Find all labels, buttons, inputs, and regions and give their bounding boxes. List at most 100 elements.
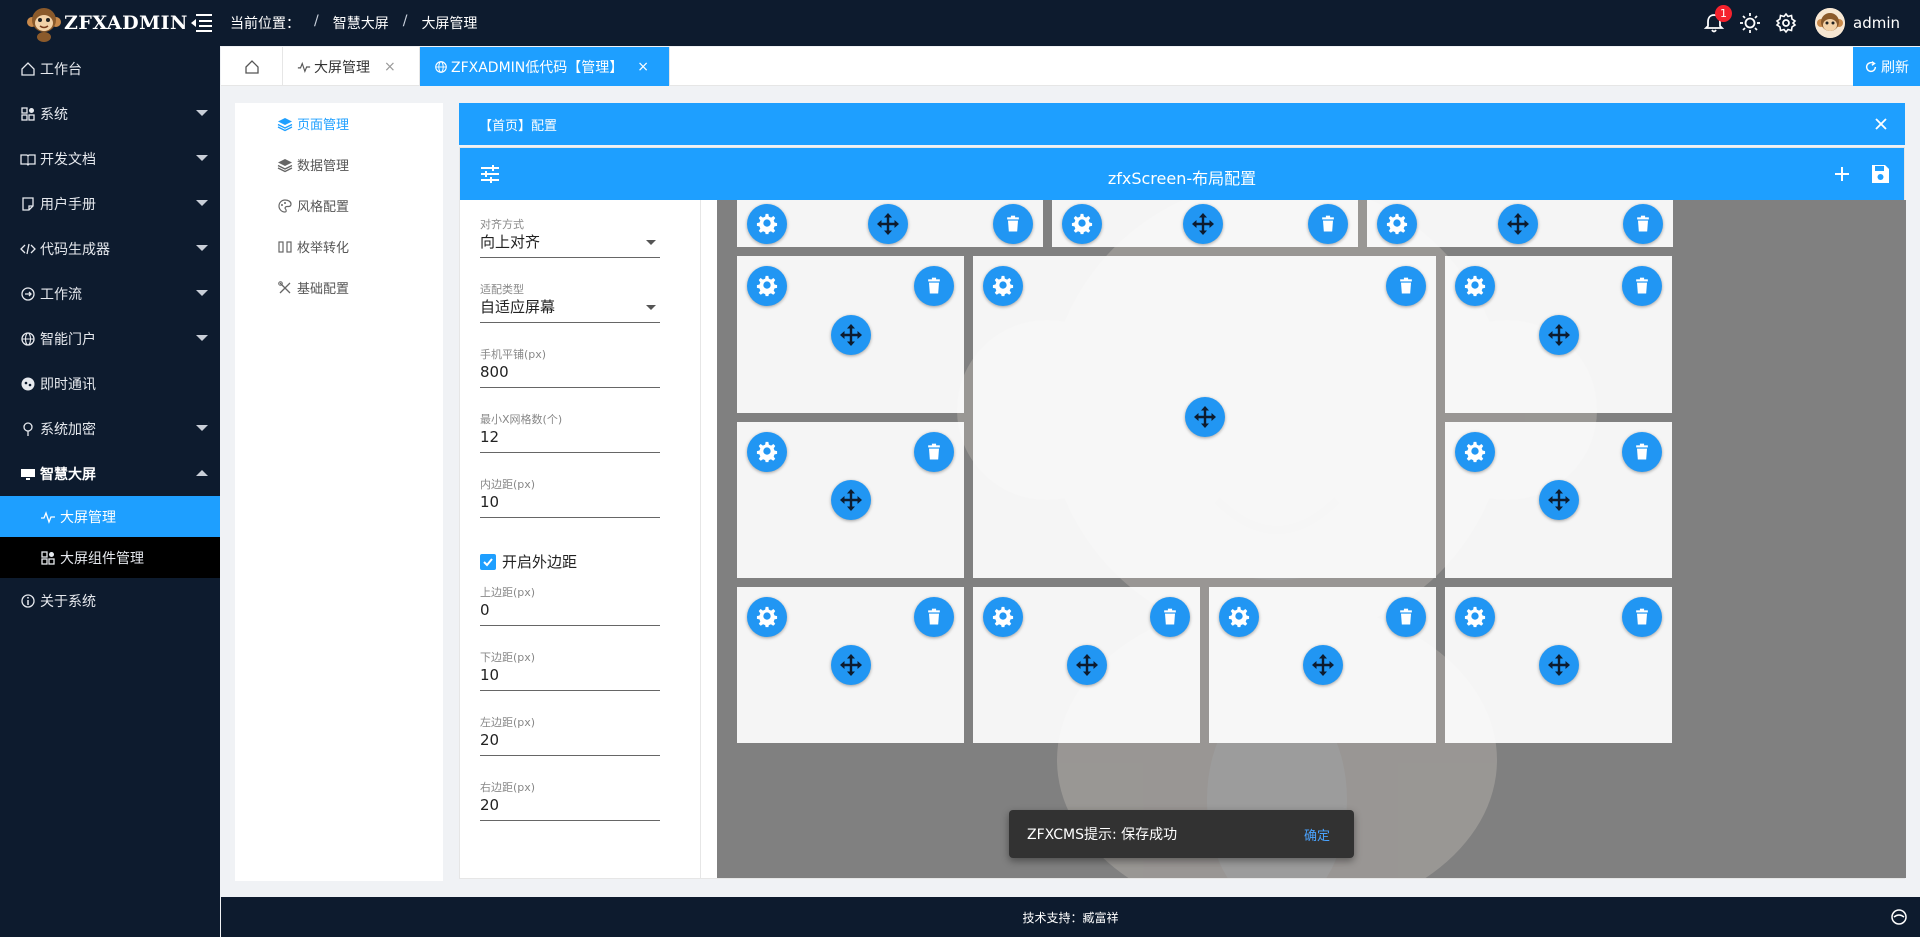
sidebar-subitem-component-manage[interactable]: 大屏组件管理 xyxy=(0,537,220,578)
cell-delete-button[interactable] xyxy=(993,204,1033,244)
grid-cell[interactable] xyxy=(973,587,1200,743)
grid-cell[interactable] xyxy=(737,587,964,743)
toast-confirm-button[interactable]: 确定 xyxy=(1304,825,1330,844)
grid-cell[interactable] xyxy=(973,256,1436,578)
min-x-input[interactable]: 最小X网格数(个) 12 xyxy=(480,411,660,453)
sidebar-item-bigscreen[interactable]: 智慧大屏 xyxy=(0,451,220,496)
cell-move-button[interactable] xyxy=(1185,397,1225,437)
cell-settings-button[interactable] xyxy=(747,432,787,472)
margin-top-input[interactable]: 上边距(px) 0 xyxy=(480,584,660,626)
cell-settings-button[interactable] xyxy=(1219,597,1259,637)
sidebar-subitem-screen-manage[interactable]: 大屏管理 xyxy=(0,496,220,537)
sidebar-item-im[interactable]: 即时通讯 xyxy=(0,361,220,406)
cell-delete-button[interactable] xyxy=(1386,597,1426,637)
menu-item-data-manage[interactable]: 数据管理 xyxy=(235,144,443,185)
grid-cell[interactable] xyxy=(1445,256,1672,413)
cell-delete-button[interactable] xyxy=(914,597,954,637)
cell-settings-button[interactable] xyxy=(747,204,787,244)
cell-settings-button[interactable] xyxy=(1455,266,1495,306)
sidebar-item-codegen[interactable]: 代码生成器 xyxy=(0,226,220,271)
cell-settings-button[interactable] xyxy=(983,597,1023,637)
close-icon[interactable]: × xyxy=(637,59,649,75)
username[interactable]: admin xyxy=(1853,14,1900,32)
grid-cell[interactable] xyxy=(737,422,964,578)
fit-select[interactable]: 适配类型 自适应屏幕 xyxy=(480,281,660,323)
menu-item-page-manage[interactable]: 页面管理 xyxy=(235,103,443,144)
cell-move-button[interactable] xyxy=(1539,480,1579,520)
cell-delete-button[interactable] xyxy=(1308,204,1348,244)
close-icon[interactable] xyxy=(1871,114,1891,134)
cell-delete-button[interactable] xyxy=(1622,432,1662,472)
cell-settings-button[interactable] xyxy=(983,266,1023,306)
margin-right-input[interactable]: 右边距(px) 20 xyxy=(480,779,660,821)
cell-delete-button[interactable] xyxy=(914,266,954,306)
cell-move-button[interactable] xyxy=(1539,645,1579,685)
save-icon[interactable] xyxy=(1868,162,1892,186)
align-select[interactable]: 对齐方式 向上对齐 xyxy=(480,216,660,258)
cell-delete-button[interactable] xyxy=(1386,266,1426,306)
add-icon[interactable] xyxy=(1830,162,1854,186)
cell-move-button[interactable] xyxy=(831,315,871,355)
sidebar-item-encryption[interactable]: 系统加密 xyxy=(0,406,220,451)
notification-button[interactable]: 1 xyxy=(1703,5,1732,34)
margin-left-input[interactable]: 左边距(px) 20 xyxy=(480,714,660,756)
cell-settings-button[interactable] xyxy=(1455,597,1495,637)
cell-move-button[interactable] xyxy=(1303,645,1343,685)
sidebar-item-manual[interactable]: 用户手册 xyxy=(0,181,220,226)
menu-fold-icon[interactable] xyxy=(190,13,212,33)
cell-settings-button[interactable] xyxy=(747,266,787,306)
cell-move-button[interactable] xyxy=(868,204,908,244)
cell-move-button[interactable] xyxy=(831,645,871,685)
margin-checkbox[interactable]: 开启外边距 xyxy=(480,551,577,572)
sidebar-item-about[interactable]: 关于系统 xyxy=(0,578,220,623)
grid-cell[interactable] xyxy=(737,200,1043,247)
sidebar-item-system[interactable]: 系统 xyxy=(0,91,220,136)
cell-move-button[interactable] xyxy=(1067,645,1107,685)
theme-toggle-button[interactable] xyxy=(1739,12,1761,34)
checkbox-checked-icon[interactable] xyxy=(480,553,496,570)
cell-delete-button[interactable] xyxy=(1150,597,1190,637)
settings-button[interactable] xyxy=(1775,12,1797,34)
menu-item-style[interactable]: 风格配置 xyxy=(235,185,443,226)
cell-move-button[interactable] xyxy=(1498,204,1538,244)
cell-settings-button[interactable] xyxy=(1455,432,1495,472)
field-value[interactable]: 800 xyxy=(480,360,660,388)
field-value[interactable]: 10 xyxy=(480,663,660,691)
sidebar-item-docs[interactable]: 开发文档 xyxy=(0,136,220,181)
tab-screen-manage[interactable]: 大屏管理 × xyxy=(283,47,420,86)
cell-delete-button[interactable] xyxy=(1622,597,1662,637)
tab-home[interactable] xyxy=(221,47,283,86)
grid-cell[interactable] xyxy=(1445,587,1672,743)
cell-move-button[interactable] xyxy=(831,480,871,520)
tab-lowcode-manage[interactable]: ZFXADMIN低代码【管理】 × xyxy=(420,47,670,86)
cell-settings-button[interactable] xyxy=(1377,204,1417,244)
app-logo[interactable]: ZFXADMIN xyxy=(26,4,188,42)
avatar[interactable] xyxy=(1815,8,1845,38)
padding-input[interactable]: 内边距(px) 10 xyxy=(480,476,660,518)
cell-move-button[interactable] xyxy=(1539,315,1579,355)
mobile-width-input[interactable]: 手机平铺(px) 800 xyxy=(480,346,660,388)
close-icon[interactable]: × xyxy=(384,59,396,75)
field-value[interactable]: 12 xyxy=(480,425,660,453)
skin-icon[interactable] xyxy=(1890,908,1908,926)
field-value[interactable]: 20 xyxy=(480,793,660,821)
field-value[interactable]: 20 xyxy=(480,728,660,756)
breadcrumb-item[interactable]: 智慧大屏 xyxy=(333,13,389,33)
cell-move-button[interactable] xyxy=(1183,204,1223,244)
refresh-button[interactable]: 刷新 xyxy=(1853,47,1920,86)
breadcrumb-item[interactable]: 大屏管理 xyxy=(421,13,477,33)
cell-settings-button[interactable] xyxy=(1062,204,1102,244)
grid-cell[interactable] xyxy=(737,256,964,413)
grid-cell[interactable] xyxy=(1052,200,1358,247)
cell-delete-button[interactable] xyxy=(914,432,954,472)
grid-cell[interactable] xyxy=(1367,200,1673,247)
menu-item-enum[interactable]: 枚举转化 xyxy=(235,226,443,267)
sidebar-item-workflow[interactable]: 工作流 xyxy=(0,271,220,316)
menu-item-basic[interactable]: 基础配置 xyxy=(235,267,443,308)
margin-bottom-input[interactable]: 下边距(px) 10 xyxy=(480,649,660,691)
cell-delete-button[interactable] xyxy=(1623,204,1663,244)
cell-delete-button[interactable] xyxy=(1622,266,1662,306)
field-value[interactable]: 10 xyxy=(480,490,660,518)
sidebar-item-portal[interactable]: 智能门户 xyxy=(0,316,220,361)
sidebar-item-workbench[interactable]: 工作台 xyxy=(0,46,220,91)
